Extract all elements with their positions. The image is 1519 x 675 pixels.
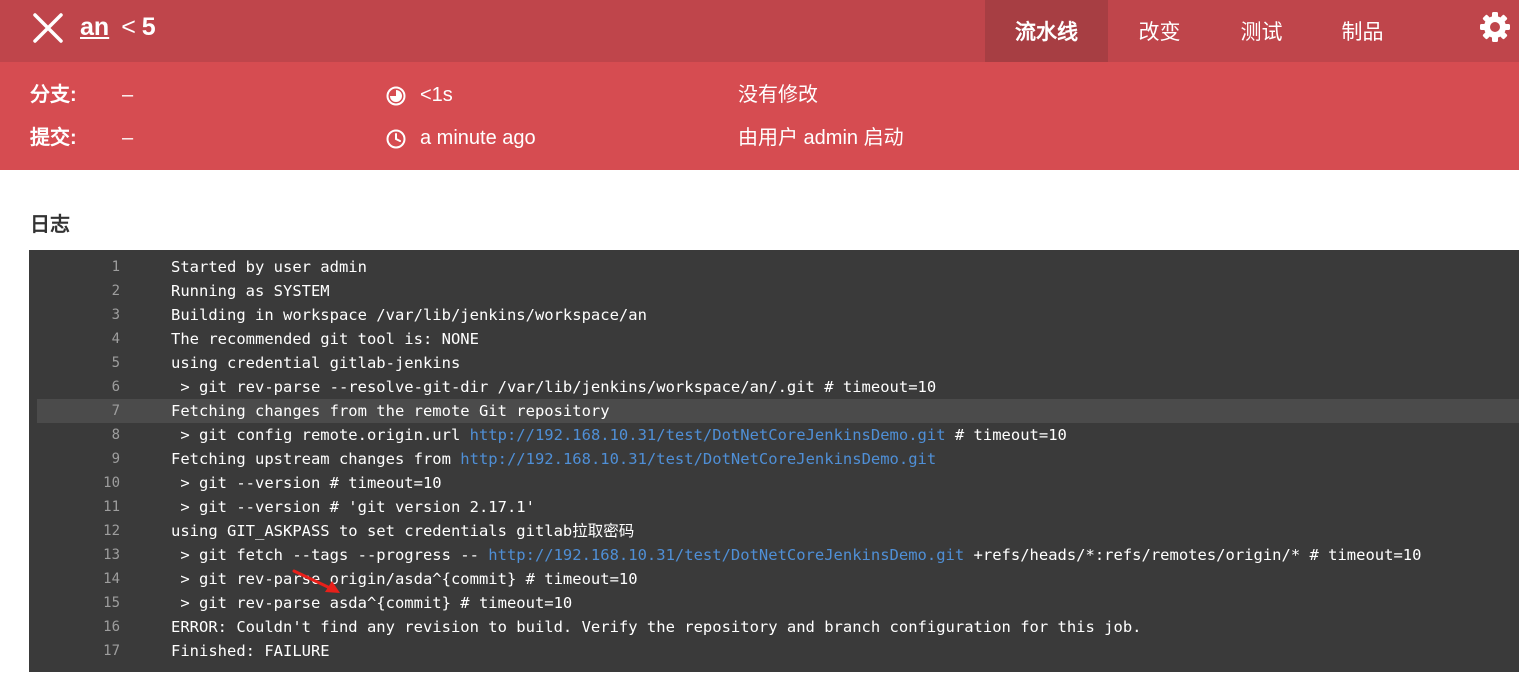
log-text-segment: The recommended git tool is: NONE <box>171 330 479 348</box>
duration-value: <1s <box>420 84 453 106</box>
run-title: an < 5 <box>80 0 156 54</box>
run-header: an < 5 流水线 改变 测试 制品 <box>0 0 1519 62</box>
log-line-number: 14 <box>103 571 120 587</box>
log-text-segment: > git --version # 'git version 2.17.1' <box>171 498 535 516</box>
log-line-text: Fetching upstream changes from http://19… <box>171 447 936 471</box>
log-text-segment: Building in workspace /var/lib/jenkins/w… <box>171 306 647 324</box>
run-tabs: 流水线 改变 测试 制品 <box>985 0 1413 62</box>
log-line-number: 2 <box>111 283 120 299</box>
log-line-number: 11 <box>103 499 120 515</box>
tab-tests[interactable]: 测试 <box>1211 0 1312 62</box>
log-text-segment: ERROR: Couldn't find any revision to bui… <box>171 618 1142 636</box>
log-text-segment: +refs/heads/*:refs/remotes/origin/* # ti… <box>964 546 1422 564</box>
run-summary: 分支: – 提交: – <1s a minute ago 没有修改 由用户 ad… <box>0 62 1519 170</box>
log-line-text: Building in workspace /var/lib/jenkins/w… <box>171 303 647 327</box>
commit-value: – <box>122 127 134 149</box>
commit-label: 提交: <box>30 127 77 149</box>
title-separator: < <box>121 12 136 41</box>
log-line-number: 6 <box>111 379 120 395</box>
branch-label: 分支: <box>30 84 77 106</box>
log-console: 1 Started by user admin 2 Running as SYSTEM… <box>29 250 1519 672</box>
log-text-segment: > git rev-parse --resolve-git-dir /var/l… <box>171 378 937 396</box>
started-by-text: 由用户 admin 启动 <box>738 127 904 149</box>
log-line-text: Finished: FAILURE <box>171 639 330 663</box>
log-line-text: using credential gitlab-jenkins <box>171 351 460 375</box>
log-line-text: > git config remote.origin.url http://19… <box>171 423 1067 447</box>
log-line-text: using GIT_ASKPASS to set credentials git… <box>171 519 634 543</box>
changes-text: 没有修改 <box>738 84 818 106</box>
gear-icon[interactable] <box>1478 10 1512 44</box>
log-line-number: 7 <box>111 403 120 419</box>
log-line-text: > git --version # timeout=10 <box>171 471 442 495</box>
clock-icon <box>386 129 406 149</box>
log-line-number: 4 <box>111 331 120 347</box>
close-icon[interactable] <box>30 10 66 46</box>
job-name-link[interactable]: an <box>80 13 109 42</box>
log-line: 15 > git rev-parse asda^{commit} # timeo… <box>37 591 1519 615</box>
log-line: 5 using credential gitlab-jenkins <box>37 351 1519 375</box>
log-text-segment: Finished: FAILURE <box>171 642 330 660</box>
log-line: 12 using GIT_ASKPASS to set credentials g… <box>37 519 1519 543</box>
log-text-segment: # timeout=10 <box>945 426 1067 444</box>
tab-pipeline[interactable]: 流水线 <box>985 0 1108 62</box>
log-heading: 日志 <box>30 214 70 236</box>
log-line: 1 Started by user admin <box>37 255 1519 279</box>
log-text-segment: > git rev-parse asda^{commit} # timeout=… <box>171 594 573 612</box>
log-text-segment: Fetching upstream changes from <box>171 450 461 468</box>
tab-changes[interactable]: 改变 <box>1108 0 1211 62</box>
log-line-number: 8 <box>111 427 120 443</box>
log-line-number: 16 <box>103 619 120 635</box>
log-line: 7 Fetching changes from the remote Git re… <box>37 399 1519 423</box>
duration-clock-icon <box>386 86 406 106</box>
log-line-number: 12 <box>103 523 120 539</box>
log-line: 13 > git fetch --tags --progress -- http… <box>37 543 1519 567</box>
log-text-segment: > git config remote.origin.url <box>171 426 470 444</box>
log-line: 2 Running as SYSTEM <box>37 279 1519 303</box>
log-line: 10 > git --version # timeout=10 <box>37 471 1519 495</box>
log-line-number: 5 <box>111 355 120 371</box>
log-line-text: > git rev-parse asda^{commit} # timeout=… <box>171 591 572 615</box>
log-line: 16 ERROR: Couldn't find any revision to b… <box>37 615 1519 639</box>
log-text-segment: Started by user admin <box>171 258 367 276</box>
log-line: 14 > git rev-parse origin/asda^{commit} … <box>37 567 1519 591</box>
log-line-text: ERROR: Couldn't find any revision to bui… <box>171 615 1142 639</box>
branch-value: – <box>122 84 134 106</box>
log-line: 17 Finished: FAILURE <box>37 639 1519 663</box>
log-text-segment: Running as SYSTEM <box>171 282 330 300</box>
log-text-segment: > git --version # timeout=10 <box>171 474 442 492</box>
tab-artifacts[interactable]: 制品 <box>1312 0 1413 62</box>
log-line: 6 > git rev-parse --resolve-git-dir /var… <box>37 375 1519 399</box>
log-line-text: > git fetch --tags --progress -- http://… <box>171 543 1421 567</box>
log-line-text: > git rev-parse --resolve-git-dir /var/l… <box>171 375 936 399</box>
log-line-number: 1 <box>111 259 120 275</box>
repo-url-link[interactable]: http://192.168.10.31/test/DotNetCoreJenk… <box>470 426 946 444</box>
log-line-text: > git --version # 'git version 2.17.1' <box>171 495 535 519</box>
annotation-arrow <box>292 569 340 593</box>
log-line-number: 17 <box>103 643 120 659</box>
log-text-segment: Fetching changes from the remote Git rep… <box>171 402 610 420</box>
log-text-segment: using credential gitlab-jenkins <box>171 354 461 372</box>
log-line-number: 10 <box>103 475 120 491</box>
log-line-number: 15 <box>103 595 120 611</box>
log-line-text: Fetching changes from the remote Git rep… <box>171 399 610 423</box>
log-text-segment: > git fetch --tags --progress -- <box>171 546 489 564</box>
time-ago: a minute ago <box>420 127 536 149</box>
log-line: 11 > git --version # 'git version 2.17.1… <box>37 495 1519 519</box>
log-line-number: 9 <box>111 451 120 467</box>
log-line: 4 The recommended git tool is: NONE <box>37 327 1519 351</box>
log-line-text: Started by user admin <box>171 255 367 279</box>
log-line-text: The recommended git tool is: NONE <box>171 327 479 351</box>
log-line-text: Running as SYSTEM <box>171 279 330 303</box>
log-line: 3 Building in workspace /var/lib/jenkins/… <box>37 303 1519 327</box>
build-number: 5 <box>141 12 156 41</box>
log-line: 8 > git config remote.origin.url http://… <box>37 423 1519 447</box>
log-line: 9 Fetching upstream changes from http://1… <box>37 447 1519 471</box>
log-text-segment: using GIT_ASKPASS to set credentials git… <box>171 522 635 540</box>
log-line-number: 3 <box>111 307 120 323</box>
log-line-text: > git rev-parse origin/asda^{commit} # t… <box>171 567 638 591</box>
repo-url-link[interactable]: http://192.168.10.31/test/DotNetCoreJenk… <box>488 546 964 564</box>
log-line-number: 13 <box>103 547 120 563</box>
log-text-segment: > git rev-parse origin/asda^{commit} # t… <box>171 570 638 588</box>
repo-url-link[interactable]: http://192.168.10.31/test/DotNetCoreJenk… <box>460 450 936 468</box>
